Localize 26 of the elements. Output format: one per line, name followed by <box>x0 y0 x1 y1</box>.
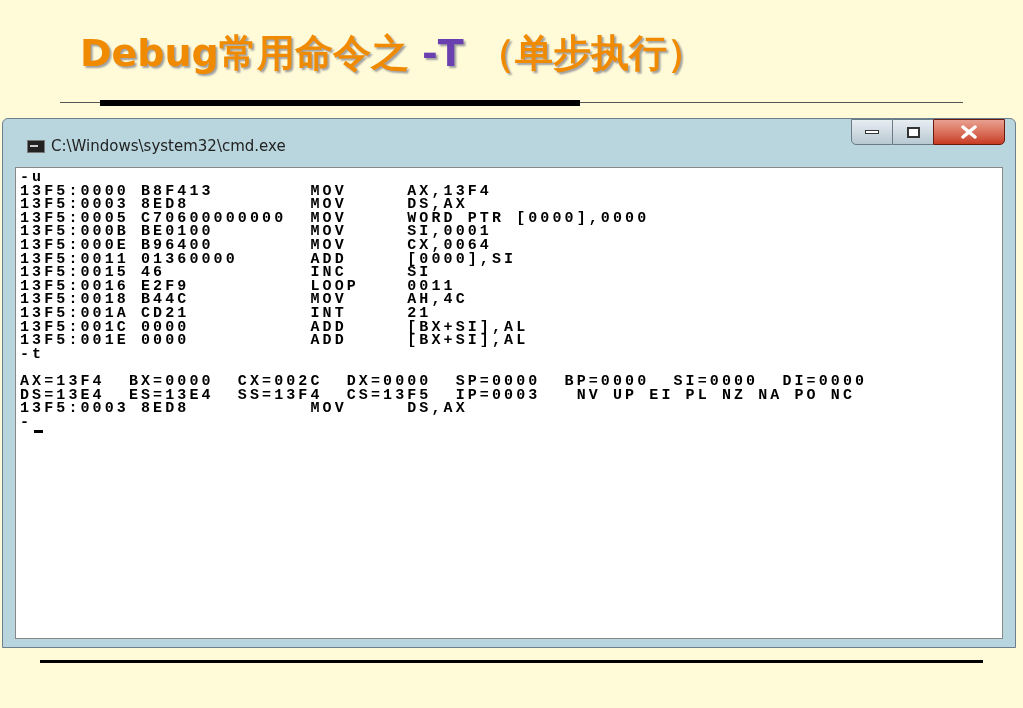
console-icon <box>27 139 45 153</box>
console-line: 13F5:0016 E2F9 LOOP 0011 <box>20 279 456 294</box>
close-button[interactable] <box>933 119 1005 145</box>
maximize-button[interactable] <box>893 119 933 145</box>
console-line: 13F5:001E 0000 ADD [BX+SI],AL <box>20 334 529 348</box>
console-line: 13F5:000E B96400 MOV CX,0064 <box>20 238 492 253</box>
console-line: -u <box>20 171 45 185</box>
minimize-button[interactable] <box>851 119 893 145</box>
console-line: DS=13E4 ES=13E4 SS=13F4 CS=13F5 IP=0003 NV UP EI PL NZ NA PO NC <box>20 388 855 403</box>
slide-title: Debug常用命令之 -T （单步执行） <box>80 29 705 77</box>
console-line: 13F5:0011 01360000 ADD [0000],SI <box>20 252 517 267</box>
console-line: 13F5:001C 0000 ADD [BX+SI],AL <box>20 320 529 335</box>
console-line: 13F5:0018 B44C MOV AH,4C <box>20 293 468 307</box>
console-line: 13F5:000B BE0100 MOV SI,0001 <box>20 225 492 239</box>
console-line: AX=13F4 BX=0000 CX=002C DX=0000 SP=0000 BP=0000 SI=0000 DI=0000 <box>20 374 868 389</box>
console-line: 13F5:0015 46 INC SI <box>20 266 432 280</box>
close-icon <box>961 125 977 139</box>
console-line: 13F5:0000 B8F413 MOV AX,13F4 <box>20 184 492 199</box>
text-cursor <box>34 430 44 434</box>
console-line: -t <box>20 347 45 362</box>
console-line: 13F5:0003 8ED8 MOV DS,AX <box>20 198 468 212</box>
window-title: C:\Windows\system32\cmd.exe <box>51 136 286 157</box>
console-line: 13F5:001A CD21 INT 21 <box>20 306 432 321</box>
console-line: - <box>20 415 33 430</box>
console-line: 13F5:0003 8ED8 MOV DS,AX <box>20 402 468 416</box>
console-line: 13F5:0005 C70600000000 MOV WORD PTR [0000],0000 <box>20 211 650 226</box>
